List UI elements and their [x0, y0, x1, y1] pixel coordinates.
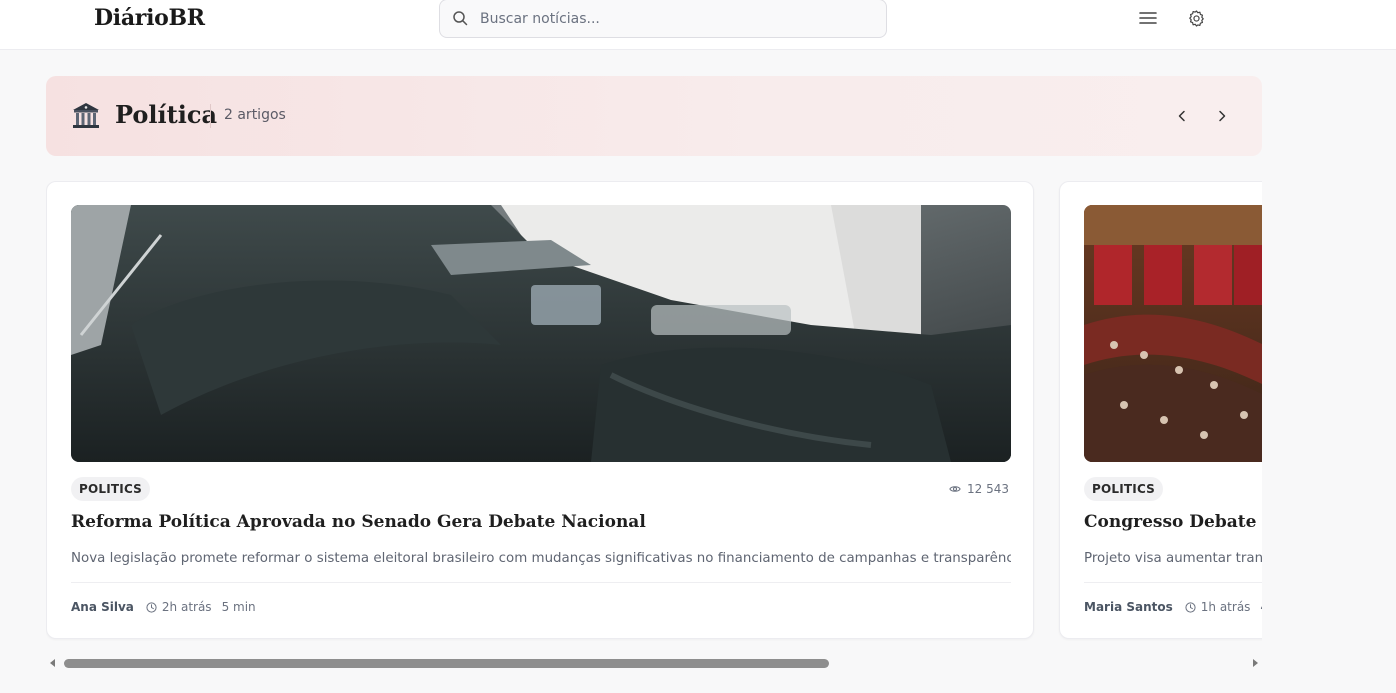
- scroll-right-arrow[interactable]: [1253, 659, 1258, 667]
- article-author[interactable]: Ana Silva: [71, 600, 134, 614]
- typewriter-news-photo: [71, 205, 1011, 462]
- search-input[interactable]: [480, 7, 870, 31]
- carousel-prev-button[interactable]: [1170, 104, 1194, 128]
- section-title: Política: [115, 100, 218, 129]
- article-card[interactable]: POLITICS Congresso Debate Nov Projeto vi…: [1059, 181, 1262, 639]
- scrollbar-thumb[interactable]: [64, 659, 829, 668]
- category-badge[interactable]: POLITICS: [1084, 477, 1164, 501]
- top-navigation-bar: DiárioBR: [0, 0, 1396, 50]
- read-time: 5 min: [221, 600, 256, 614]
- time-ago: 1h atrás: [1200, 600, 1251, 614]
- scroll-left-arrow[interactable]: [50, 659, 55, 667]
- chevron-right-icon: [1219, 110, 1226, 122]
- article-meta: Maria Santos 1h atrás 4 m: [1084, 600, 1262, 614]
- article-author[interactable]: Maria Santos: [1084, 600, 1173, 614]
- clock-icon: [1185, 601, 1196, 613]
- category-badge[interactable]: POLITICS: [71, 477, 151, 501]
- section-header-politica: Política 2 artigos: [46, 76, 1262, 156]
- site-logo[interactable]: DiárioBR: [94, 5, 205, 31]
- bank-building-icon: [73, 103, 99, 128]
- chevron-left-icon: [1178, 110, 1185, 122]
- article-carousel[interactable]: POLITICS 12 543 Reforma Política Aprovad…: [46, 181, 1262, 641]
- search-icon: [453, 11, 468, 26]
- view-count: 12 543: [949, 482, 1009, 496]
- menu-icon: [1139, 12, 1157, 24]
- article-description: Projeto visa aumentar trans: [1084, 551, 1262, 566]
- article-thumbnail[interactable]: [1084, 205, 1262, 462]
- carousel-next-button[interactable]: [1210, 104, 1234, 128]
- view-count-value: 12 543: [967, 482, 1009, 496]
- eye-icon: [949, 486, 961, 492]
- parliament-chamber-photo: [1084, 205, 1262, 462]
- article-time: 1h atrás: [1185, 600, 1251, 614]
- article-title[interactable]: Congresso Debate Nov: [1084, 512, 1262, 532]
- article-thumbnail[interactable]: [71, 205, 1011, 462]
- card-divider: [1084, 582, 1262, 583]
- horizontal-scrollbar[interactable]: [46, 655, 1262, 672]
- article-description: Nova legislação promete reformar o siste…: [71, 551, 1011, 566]
- article-title[interactable]: Reforma Política Aprovada no Senado Gera…: [71, 512, 1011, 532]
- clock-icon: [146, 601, 157, 613]
- gear-icon: [1188, 9, 1204, 27]
- menu-button[interactable]: [1136, 7, 1160, 29]
- section-divider: [210, 104, 211, 128]
- read-time: 4 m: [1260, 600, 1262, 614]
- card-divider: [71, 582, 1011, 583]
- article-meta: Ana Silva 2h atrás 5 min: [71, 600, 256, 614]
- article-count: 2 artigos: [224, 107, 286, 123]
- settings-button[interactable]: [1184, 6, 1208, 30]
- article-time: 2h atrás: [146, 600, 212, 614]
- time-ago: 2h atrás: [161, 600, 212, 614]
- search-box[interactable]: [439, 0, 887, 38]
- article-card[interactable]: POLITICS 12 543 Reforma Política Aprovad…: [46, 181, 1034, 639]
